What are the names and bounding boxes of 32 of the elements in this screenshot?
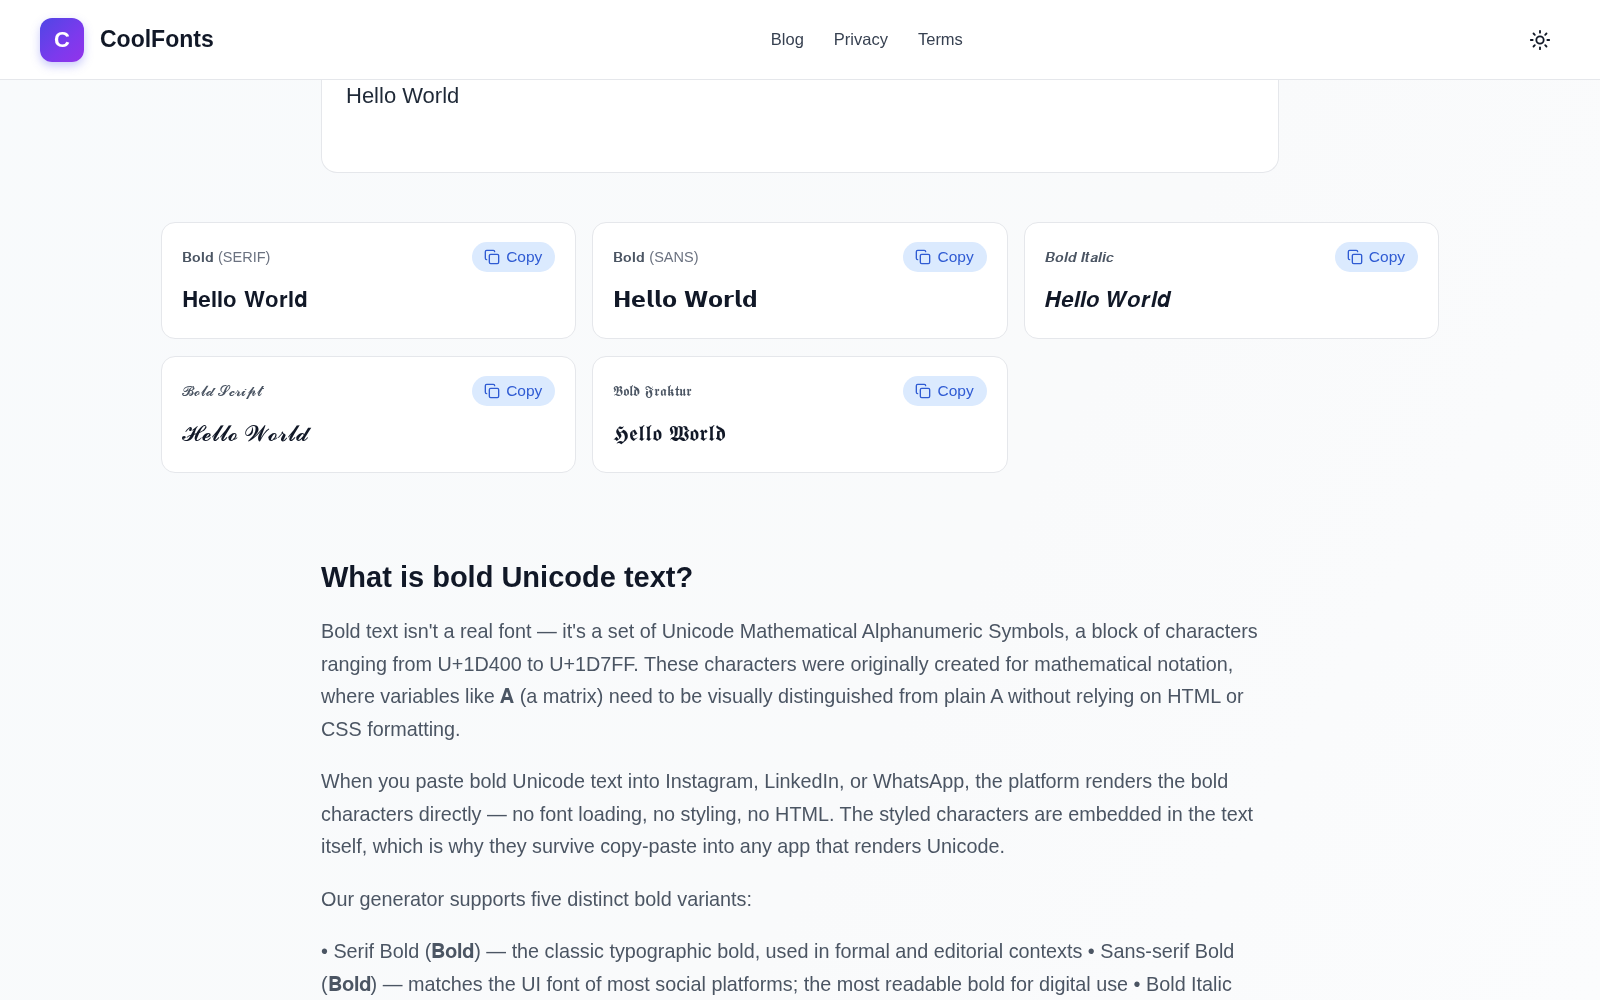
copy-icon (484, 383, 501, 399)
article-heading: What is bold Unicode text? (321, 560, 695, 595)
variant-preview: 𝓗𝓮𝓵𝓵𝓸 𝓦𝓸𝓻𝓵𝓭 (182, 420, 312, 448)
copy-icon (915, 383, 932, 399)
nav-link[interactable]: Terms (917, 30, 963, 49)
variant-label: 𝐁𝐨𝐥𝐝 (SERIF) (182, 248, 271, 266)
variant-label: 𝐁𝐨𝐥𝐝 (SANS) (613, 248, 699, 266)
copy-button[interactable]: Copy (472, 242, 556, 272)
copy-button[interactable]: Copy (903, 376, 987, 406)
variant-preview: 𝐇𝐞𝐥𝐥𝐨 𝐖𝐨𝐫𝐥𝐝 (182, 286, 309, 314)
variant-preview: 𝑯𝒆𝒍𝒍𝒐 𝑾𝒐𝒓𝒍𝒅 (1044, 286, 1173, 314)
variant-preview: 𝗛𝗲𝗹𝗹𝗼 𝗪𝗼𝗿𝗹𝗱 (613, 286, 760, 314)
nav-link[interactable]: Privacy (833, 30, 888, 49)
text-input[interactable]: Hello World (321, 80, 1279, 173)
variant-label: 𝑩𝒐𝒍𝒅 𝑰𝒕𝒂𝒍𝒊𝒄 (1044, 248, 1115, 266)
sun-icon (1529, 28, 1551, 51)
variant-label: 𝓑𝓸𝓵𝓭 𝓢𝓬𝓻𝓲𝓹𝓽 (182, 382, 263, 400)
article-paragraph: Our generator supports five distinct bold variants: (321, 886, 753, 912)
copy-button[interactable]: Copy (472, 376, 556, 406)
article-paragraph: Bold text isn't a real font — it's a set of Unicode Mathematical Alphanumeric Symbols, a block of characters ranging from U+1D400 to U+1D7FF. These characters were originally created for mathematical notation, where variables like 𝐀 (a matrix) need to be visually distinguished from plain A without relying on HTML or CSS formatting. (321, 619, 1259, 742)
copy-icon (484, 249, 501, 265)
brand-name: CoolFonts (100, 26, 214, 53)
variant-label: 𝕭𝖔𝖑𝖉 𝕱𝖗𝖆𝖐𝖙𝖚𝖗 (613, 382, 692, 400)
copy-icon (1346, 249, 1363, 265)
nav-link[interactable]: Blog (770, 30, 804, 49)
copy-icon (915, 249, 932, 265)
copy-button[interactable]: Copy (903, 242, 987, 272)
variant-preview: 𝕳𝖊𝖑𝖑𝖔 𝖂𝖔𝖗𝖑𝖉 (613, 420, 728, 448)
article-paragraph: When you paste bold Unicode text into Instagram, LinkedIn, or WhatsApp, the platform renders the bold characters directly — no font loading, no styling, no HTML. The styled characters are embedded in the text itself, which is why they survive copy-paste into any app that renders Unicode. (321, 769, 1255, 859)
copy-button[interactable]: Copy (1334, 242, 1418, 272)
article-paragraph: • Serif Bold (𝐁𝐨𝐥𝐝) — the classic typographic bold, used in formal and editorial contexts • Sans-serif Bold (𝐁𝐨𝐥𝐝) — matches the UI font of most social platforms; the most readable bold for digital use • Bold Italic (321, 939, 1236, 997)
logo-tile[interactable]: C (40, 17, 84, 62)
